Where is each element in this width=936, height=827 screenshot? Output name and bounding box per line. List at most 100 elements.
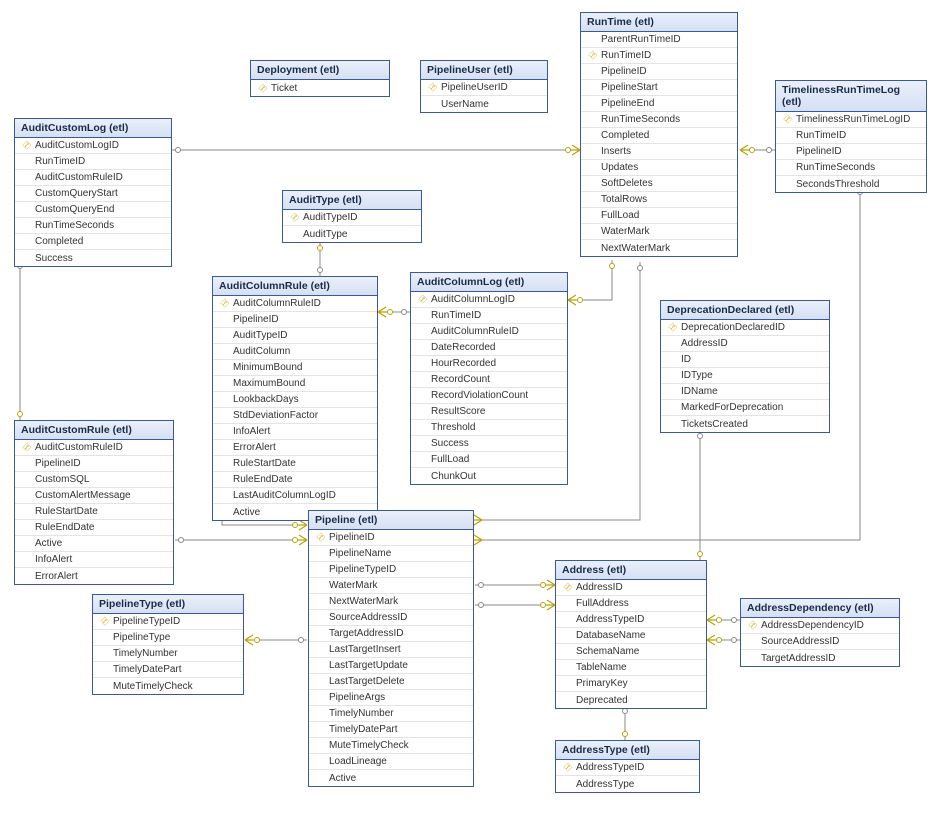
table-column-row[interactable]: MinimumBound bbox=[213, 360, 377, 376]
table-column-row[interactable]: TimelyNumber bbox=[309, 706, 473, 722]
table-column-row[interactable]: PipelineStart bbox=[581, 80, 737, 96]
table-column-row[interactable]: ⚿RunTimeID bbox=[581, 48, 737, 64]
table-column-row[interactable]: ⚿DeprecationDeclaredID bbox=[661, 320, 829, 336]
table-column-row[interactable]: ErrorAlert bbox=[15, 568, 173, 584]
table-pipelinetype[interactable]: PipelineType (etl)⚿PipelineTypeIDPipelin… bbox=[92, 594, 244, 695]
table-column-row[interactable]: PipelineType bbox=[93, 630, 243, 646]
table-column-row[interactable]: Updates bbox=[581, 160, 737, 176]
table-column-row[interactable]: DatabaseName bbox=[556, 628, 706, 644]
table-column-row[interactable]: LastTargetUpdate bbox=[309, 658, 473, 674]
table-column-row[interactable]: TimelyDatePart bbox=[309, 722, 473, 738]
table-column-row[interactable]: RecordCount bbox=[411, 372, 567, 388]
table-column-row[interactable]: RunTimeID bbox=[15, 154, 171, 170]
table-column-row[interactable]: TicketsCreated bbox=[661, 416, 829, 432]
table-column-row[interactable]: IDType bbox=[661, 368, 829, 384]
table-column-row[interactable]: ResultScore bbox=[411, 404, 567, 420]
table-column-row[interactable]: SchemaName bbox=[556, 644, 706, 660]
table-column-row[interactable]: TargetAddressID bbox=[741, 650, 899, 666]
table-column-row[interactable]: PrimaryKey bbox=[556, 676, 706, 692]
table-column-row[interactable]: FullAddress bbox=[556, 596, 706, 612]
table-column-row[interactable]: AuditType bbox=[283, 226, 421, 242]
table-audittype[interactable]: AuditType (etl)⚿AuditTypeIDAuditType bbox=[282, 190, 422, 243]
table-column-row[interactable]: MuteTimelyCheck bbox=[309, 738, 473, 754]
table-column-row[interactable]: Active bbox=[309, 770, 473, 786]
table-column-row[interactable]: AddressTypeID bbox=[556, 612, 706, 628]
table-addressdependency[interactable]: AddressDependency (etl)⚿AddressDependenc… bbox=[740, 598, 900, 667]
table-column-row[interactable]: Deprecated bbox=[556, 692, 706, 708]
table-column-row[interactable]: NextWaterMark bbox=[309, 594, 473, 610]
table-column-row[interactable]: WaterMark bbox=[309, 578, 473, 594]
table-column-row[interactable]: PipelineEnd bbox=[581, 96, 737, 112]
table-column-row[interactable]: ID bbox=[661, 352, 829, 368]
table-column-row[interactable]: CustomQueryEnd bbox=[15, 202, 171, 218]
table-column-row[interactable]: AuditColumn bbox=[213, 344, 377, 360]
table-column-row[interactable]: ⚿AddressDependencyID bbox=[741, 618, 899, 634]
table-column-row[interactable]: AuditColumnRuleID bbox=[411, 324, 567, 340]
table-deprecation[interactable]: DeprecationDeclared (etl)⚿DeprecationDec… bbox=[660, 300, 830, 433]
table-deployment[interactable]: Deployment (etl)⚿Ticket bbox=[250, 60, 390, 97]
table-column-row[interactable]: ParentRunTimeID bbox=[581, 32, 737, 48]
table-column-row[interactable]: TimelyNumber bbox=[93, 646, 243, 662]
table-column-row[interactable]: AddressType bbox=[556, 776, 699, 792]
table-column-row[interactable]: DateRecorded bbox=[411, 340, 567, 356]
table-column-row[interactable]: Completed bbox=[581, 128, 737, 144]
table-column-row[interactable]: RuleEndDate bbox=[213, 472, 377, 488]
table-auditcolumnlog[interactable]: AuditColumnLog (etl)⚿AuditColumnLogIDRun… bbox=[410, 272, 568, 485]
table-column-row[interactable]: MaximumBound bbox=[213, 376, 377, 392]
table-column-row[interactable]: FullLoad bbox=[411, 452, 567, 468]
table-column-row[interactable]: RunTimeID bbox=[776, 128, 926, 144]
table-column-row[interactable]: FullLoad bbox=[581, 208, 737, 224]
table-column-row[interactable]: Completed bbox=[15, 234, 171, 250]
table-column-row[interactable]: ⚿AuditCustomLogID bbox=[15, 138, 171, 154]
table-column-row[interactable]: TableName bbox=[556, 660, 706, 676]
table-column-row[interactable]: NextWaterMark bbox=[581, 240, 737, 256]
table-column-row[interactable]: CustomQueryStart bbox=[15, 186, 171, 202]
table-addresstype[interactable]: AddressType (etl)⚿AddressTypeIDAddressTy… bbox=[555, 740, 700, 793]
table-column-row[interactable]: WaterMark bbox=[581, 224, 737, 240]
table-column-row[interactable]: ErrorAlert bbox=[213, 440, 377, 456]
table-column-row[interactable]: TimelyDatePart bbox=[93, 662, 243, 678]
table-column-row[interactable]: ⚿AuditColumnLogID bbox=[411, 292, 567, 308]
table-column-row[interactable]: Active bbox=[15, 536, 173, 552]
table-column-row[interactable]: LoadLineage bbox=[309, 754, 473, 770]
table-column-row[interactable]: AuditCustomRuleID bbox=[15, 170, 171, 186]
table-pipeline[interactable]: Pipeline (etl)⚿PipelineIDPipelineNamePip… bbox=[308, 510, 474, 787]
table-column-row[interactable]: ⚿AuditTypeID bbox=[283, 210, 421, 226]
table-column-row[interactable]: PipelineID bbox=[15, 456, 173, 472]
table-column-row[interactable]: Threshold bbox=[411, 420, 567, 436]
table-column-row[interactable]: Success bbox=[15, 250, 171, 266]
table-column-row[interactable]: ⚿AuditColumnRuleID bbox=[213, 296, 377, 312]
table-column-row[interactable]: ⚿AddressTypeID bbox=[556, 760, 699, 776]
table-column-row[interactable]: MuteTimelyCheck bbox=[93, 678, 243, 694]
table-column-row[interactable]: LookbackDays bbox=[213, 392, 377, 408]
table-column-row[interactable]: IDName bbox=[661, 384, 829, 400]
table-runtime[interactable]: RunTime (etl)ParentRunTimeID⚿RunTimeIDPi… bbox=[580, 12, 738, 257]
table-pipelineuser[interactable]: PipelineUser (etl)⚿PipelineUserIDUserNam… bbox=[420, 60, 548, 113]
table-column-row[interactable]: CustomSQL bbox=[15, 472, 173, 488]
table-column-row[interactable]: Success bbox=[411, 436, 567, 452]
table-column-row[interactable]: PipelineArgs bbox=[309, 690, 473, 706]
table-column-row[interactable]: UserName bbox=[421, 96, 547, 112]
table-column-row[interactable]: ⚿Ticket bbox=[251, 80, 389, 96]
table-column-row[interactable]: RunTimeSeconds bbox=[776, 160, 926, 176]
table-column-row[interactable]: ⚿PipelineUserID bbox=[421, 80, 547, 96]
table-column-row[interactable]: PipelineID bbox=[581, 64, 737, 80]
table-auditcustomlog[interactable]: AuditCustomLog (etl)⚿AuditCustomLogIDRun… bbox=[14, 118, 172, 267]
table-column-row[interactable]: RunTimeID bbox=[411, 308, 567, 324]
table-column-row[interactable]: SourceAddressID bbox=[309, 610, 473, 626]
table-column-row[interactable]: HourRecorded bbox=[411, 356, 567, 372]
table-column-row[interactable]: InfoAlert bbox=[213, 424, 377, 440]
table-column-row[interactable]: StdDeviationFactor bbox=[213, 408, 377, 424]
table-column-row[interactable]: PipelineName bbox=[309, 546, 473, 562]
table-column-row[interactable]: LastAuditColumnLogID bbox=[213, 488, 377, 504]
table-column-row[interactable]: RuleEndDate bbox=[15, 520, 173, 536]
table-column-row[interactable]: ⚿PipelineID bbox=[309, 530, 473, 546]
table-column-row[interactable]: MarkedForDeprecation bbox=[661, 400, 829, 416]
table-column-row[interactable]: ⚿TimelinessRunTimeLogID bbox=[776, 112, 926, 128]
table-column-row[interactable]: ⚿PipelineTypeID bbox=[93, 614, 243, 630]
table-column-row[interactable]: ⚿AuditCustomRuleID bbox=[15, 440, 173, 456]
table-column-row[interactable]: SourceAddressID bbox=[741, 634, 899, 650]
table-column-row[interactable]: PipelineTypeID bbox=[309, 562, 473, 578]
table-column-row[interactable]: AuditTypeID bbox=[213, 328, 377, 344]
table-column-row[interactable]: TotalRows bbox=[581, 192, 737, 208]
